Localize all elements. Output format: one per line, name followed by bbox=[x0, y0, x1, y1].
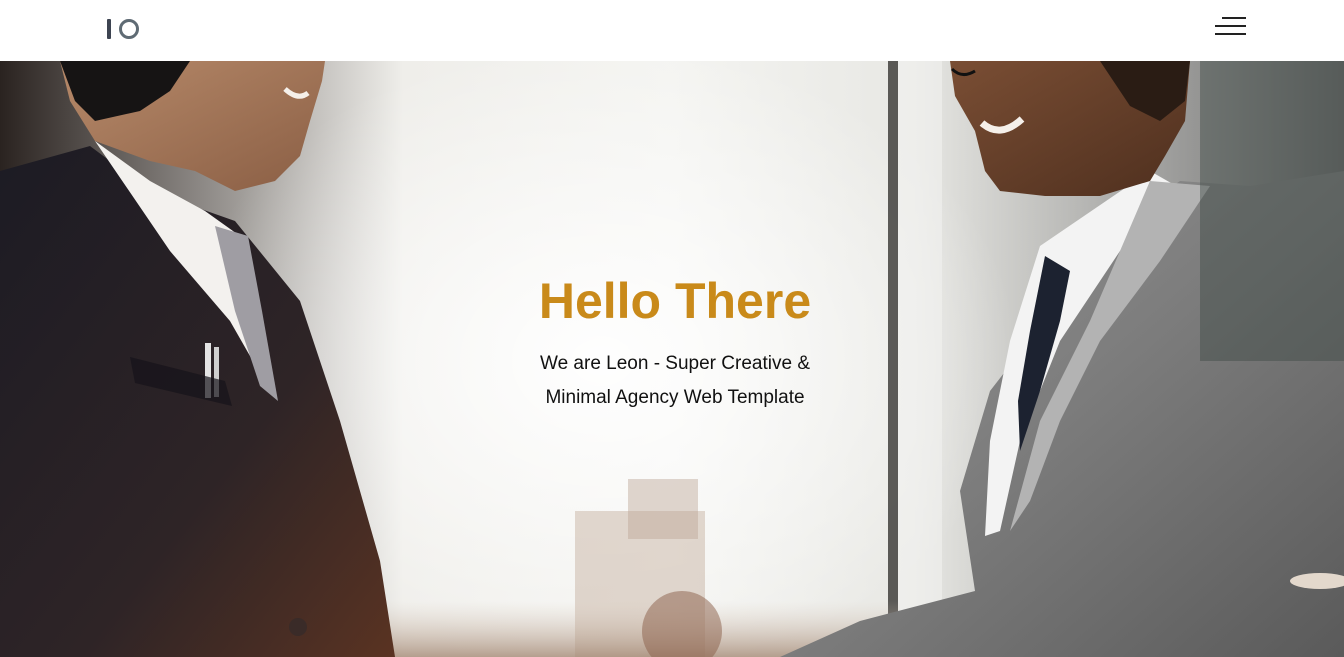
hamburger-line-icon bbox=[1222, 17, 1246, 19]
logo-ring-icon bbox=[119, 19, 139, 39]
hero-section: Hello There We are Leon - Super Creative… bbox=[0, 61, 1344, 657]
site-logo[interactable] bbox=[107, 18, 143, 40]
hamburger-line-icon bbox=[1215, 33, 1246, 35]
logo-bar-icon bbox=[107, 19, 111, 39]
hamburger-line-icon bbox=[1215, 25, 1246, 27]
hero-content: Hello There We are Leon - Super Creative… bbox=[470, 273, 880, 415]
hero-subtitle: We are Leon - Super Creative & Minimal A… bbox=[539, 352, 810, 408]
hero-title: Hello There bbox=[538, 273, 812, 329]
hamburger-menu-button[interactable] bbox=[1213, 17, 1246, 37]
site-header bbox=[0, 0, 1344, 61]
